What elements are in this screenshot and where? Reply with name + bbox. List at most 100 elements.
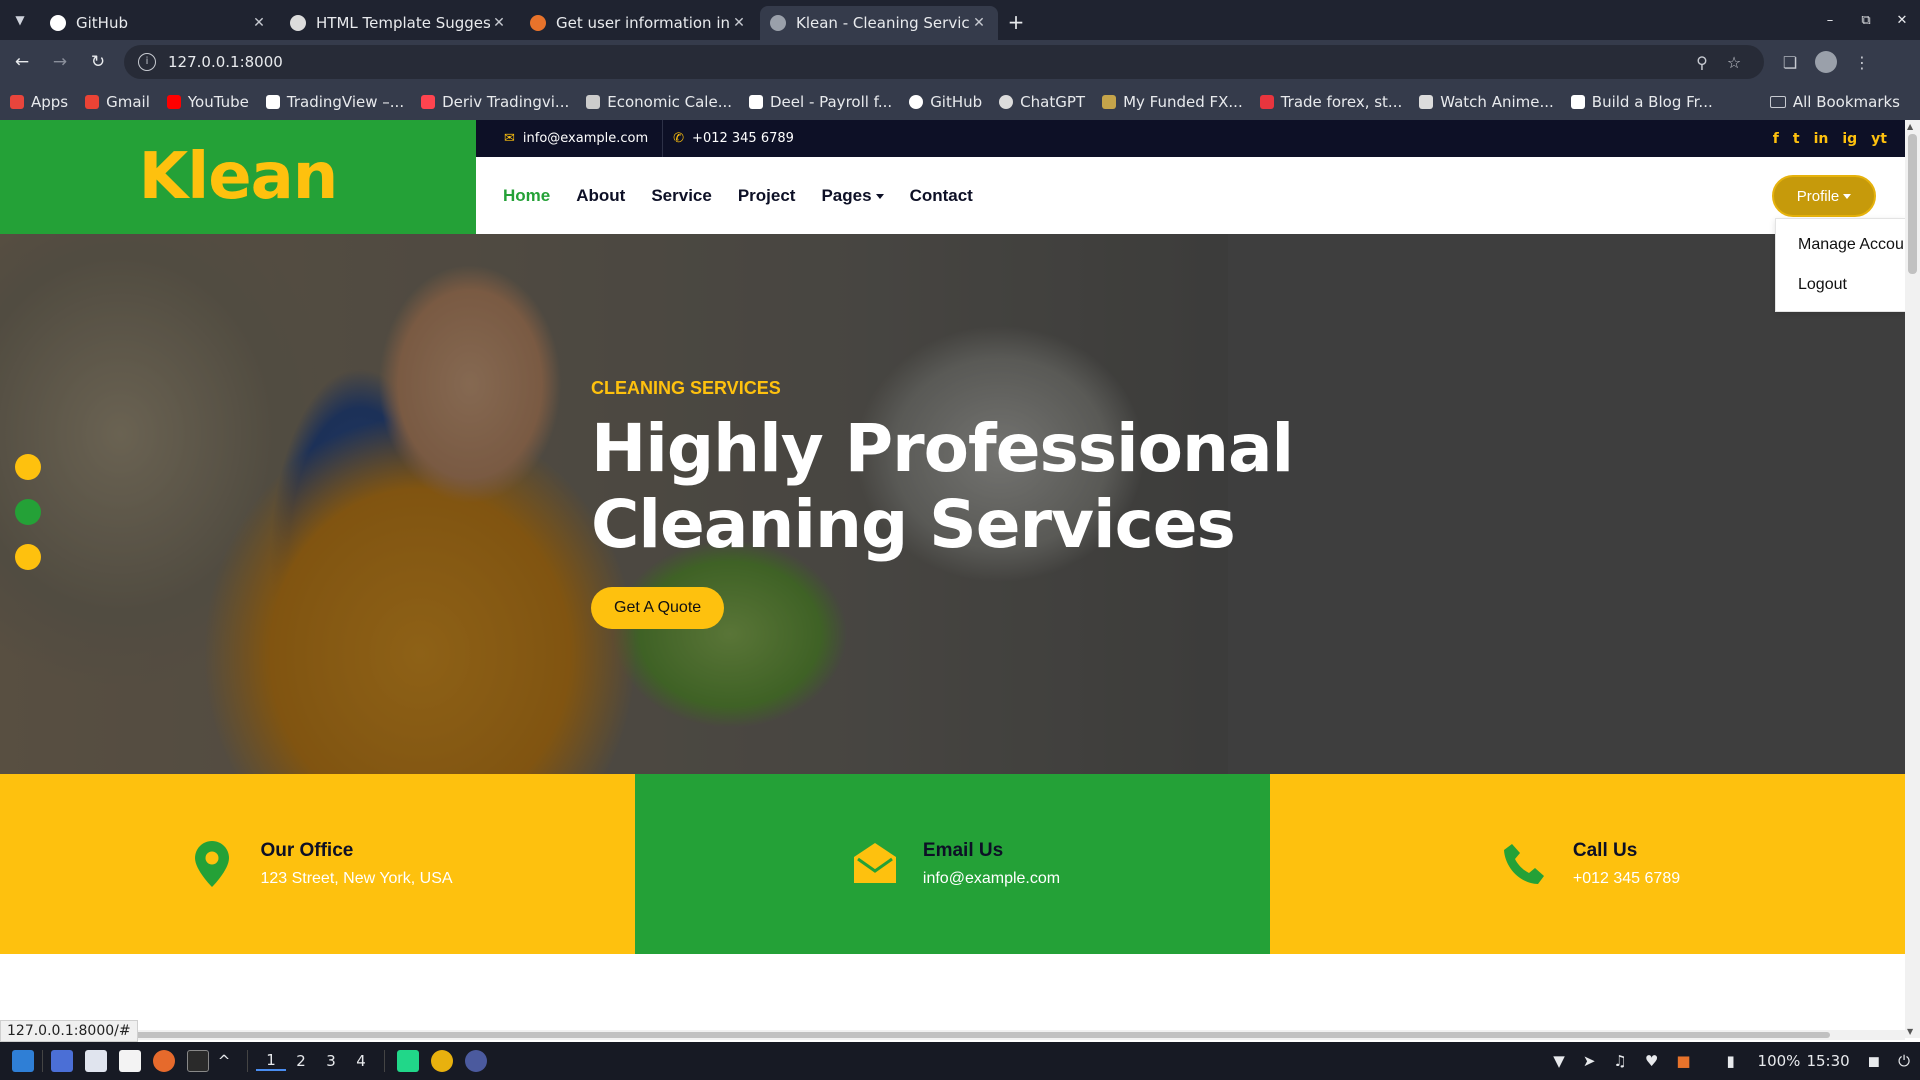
profile-avatar[interactable] [1815, 51, 1837, 73]
scroll-up-icon[interactable]: ▲ [1907, 122, 1913, 131]
tray-expand-icon[interactable]: ^ [209, 1052, 239, 1070]
restore-icon[interactable]: ⧉ [1848, 13, 1884, 28]
bookmark-github[interactable]: GitHub [909, 93, 982, 111]
twitter-icon[interactable]: t [1793, 131, 1800, 147]
start-menu-icon[interactable] [12, 1050, 34, 1072]
youtube-icon[interactable]: yt [1871, 131, 1887, 147]
menu-item-logout[interactable]: Logout [1776, 265, 1905, 305]
bookmark-chatgpt[interactable]: ChatGPT [999, 93, 1085, 111]
telegram-icon[interactable]: ➤ [1583, 1052, 1596, 1070]
browser-tab[interactable]: HTML Template Suggesti ✕ [280, 6, 518, 40]
workspace-1[interactable]: 1 [256, 1051, 286, 1071]
new-tab-button[interactable]: + [1000, 6, 1032, 40]
horizontal-scrollbar[interactable] [0, 1030, 1905, 1040]
carousel-dot[interactable] [15, 544, 41, 570]
bookmark-deel[interactable]: Deel - Payroll f... [749, 93, 892, 111]
close-tab-icon[interactable]: ✕ [490, 15, 508, 31]
lock-icon[interactable]: ◼ [1868, 1052, 1880, 1070]
update-icon[interactable]: ■ [1676, 1052, 1690, 1070]
close-tab-icon[interactable]: ✕ [730, 15, 748, 31]
instagram-icon[interactable]: ig [1842, 131, 1857, 147]
extensions-icon[interactable]: ❏ [1772, 53, 1808, 72]
bookmark-myfundedfx[interactable]: My Funded FX... [1102, 93, 1243, 111]
close-tab-icon[interactable]: ✕ [250, 15, 268, 31]
vertical-scrollbar[interactable]: ▲ ▼ [1905, 120, 1920, 1038]
bookmark-build-blog[interactable]: Build a Blog Fr... [1570, 93, 1713, 111]
address-bar[interactable]: i 127.0.0.1:8000 ⚲ ☆ [124, 45, 1764, 79]
menu-item-manage-account[interactable]: Manage Accou [1776, 225, 1905, 265]
scrollbar-thumb[interactable] [110, 1032, 1830, 1038]
social-links: f t in ig yt [1759, 120, 1887, 157]
battery-icon: ▮ [1726, 1052, 1735, 1070]
deel-icon [749, 95, 763, 109]
workspace-3[interactable]: 3 [316, 1052, 346, 1070]
bookmark-economic-calendar[interactable]: Economic Cale... [586, 93, 732, 111]
bookmark-deriv[interactable]: Deriv Tradingvi... [421, 93, 569, 111]
desktop-icon[interactable] [51, 1050, 73, 1072]
address-url[interactable]: 127.0.0.1:8000 [168, 53, 1686, 71]
linkedin-icon[interactable]: in [1814, 131, 1829, 147]
topbar-phone: ✆ +012 345 6789 [663, 120, 808, 157]
topbar-email: ✉ info@example.com [476, 120, 664, 157]
brand-logo-block[interactable]: Klean [0, 120, 476, 234]
back-icon[interactable]: ← [6, 46, 38, 78]
text-editor-icon[interactable] [119, 1050, 141, 1072]
profile-button[interactable]: Profile [1772, 175, 1876, 217]
site-info-icon[interactable]: i [138, 53, 156, 71]
trade-forex-icon [1259, 95, 1274, 109]
bookmark-watch-anime[interactable]: Watch Anime... [1419, 93, 1554, 111]
get-quote-button[interactable]: Get A Quote [591, 587, 725, 629]
terminal-icon[interactable] [187, 1050, 209, 1072]
browser-tab[interactable]: Get user information in d ✕ [520, 6, 758, 40]
bookmark-youtube[interactable]: YouTube [166, 93, 249, 111]
chrome-icon[interactable] [431, 1050, 453, 1072]
workspace-4[interactable]: 4 [346, 1052, 376, 1070]
carousel-dot-active[interactable] [15, 499, 41, 525]
minimize-icon[interactable]: – [1812, 13, 1848, 28]
volume-icon[interactable]: ♫ [1613, 1052, 1626, 1070]
wifi-icon[interactable]: ▼ [1553, 1052, 1565, 1070]
bookmark-gmail[interactable]: Gmail [85, 93, 150, 111]
notification-bell-icon[interactable]: ♥ [1645, 1052, 1658, 1070]
file-manager-icon[interactable] [85, 1050, 107, 1072]
nav-pages[interactable]: Pages [821, 186, 884, 206]
scrollbar-thumb[interactable] [1908, 134, 1917, 274]
nav-service[interactable]: Service [651, 186, 712, 206]
nav-about[interactable]: About [576, 186, 625, 206]
topbar-phone-text: +012 345 6789 [692, 131, 794, 146]
envelope-icon: ✉ [504, 131, 515, 146]
workspace-2[interactable]: 2 [286, 1052, 316, 1070]
browser-menu-icon[interactable]: ⋮ [1844, 53, 1880, 72]
nav-contact[interactable]: Contact [910, 186, 973, 206]
app-icon[interactable] [465, 1050, 487, 1072]
forward-icon[interactable]: → [44, 46, 76, 78]
deriv-icon [421, 95, 436, 109]
nav-project[interactable]: Project [738, 186, 796, 206]
hero-carousel: CLEANING SERVICES Highly Professional Cl… [0, 234, 1905, 774]
bookmark-tradingview[interactable]: TradingView –... [265, 93, 404, 111]
reload-icon[interactable]: ↻ [82, 46, 114, 78]
pycharm-icon[interactable] [397, 1050, 419, 1072]
facebook-icon[interactable]: f [1773, 131, 1779, 147]
browser-tab[interactable]: GitHub ✕ [40, 6, 278, 40]
firefox-icon[interactable] [153, 1050, 175, 1072]
browser-tab-active[interactable]: Klean - Cleaning Services ✕ [760, 6, 998, 40]
bookmark-trade-forex[interactable]: Trade forex, st... [1259, 93, 1402, 111]
all-bookmarks[interactable]: All Bookmarks [1769, 84, 1900, 120]
bookmark-label: Deel - Payroll f... [770, 93, 893, 111]
feature-text: info@example.com [922, 870, 1061, 887]
carousel-dot[interactable] [15, 454, 41, 480]
battery-indicator[interactable]: ▮ 100% [1709, 1052, 1801, 1070]
close-tab-icon[interactable]: ✕ [970, 15, 988, 31]
bookmark-star-icon[interactable]: ☆ [1718, 53, 1750, 72]
carousel-indicators [15, 454, 41, 589]
close-window-icon[interactable]: ✕ [1884, 13, 1920, 28]
scroll-down-icon[interactable]: ▼ [1907, 1027, 1913, 1036]
tab-search-icon[interactable]: ▼ [0, 0, 40, 40]
power-icon[interactable]: ⏻ [1898, 1052, 1910, 1070]
zoom-icon[interactable]: ⚲ [1686, 53, 1718, 72]
nav-home[interactable]: Home [503, 186, 550, 206]
brand-logo[interactable]: Klean [139, 140, 339, 214]
clock[interactable]: 15:30 [1806, 1052, 1849, 1070]
bookmark-apps[interactable]: Apps [10, 93, 68, 111]
